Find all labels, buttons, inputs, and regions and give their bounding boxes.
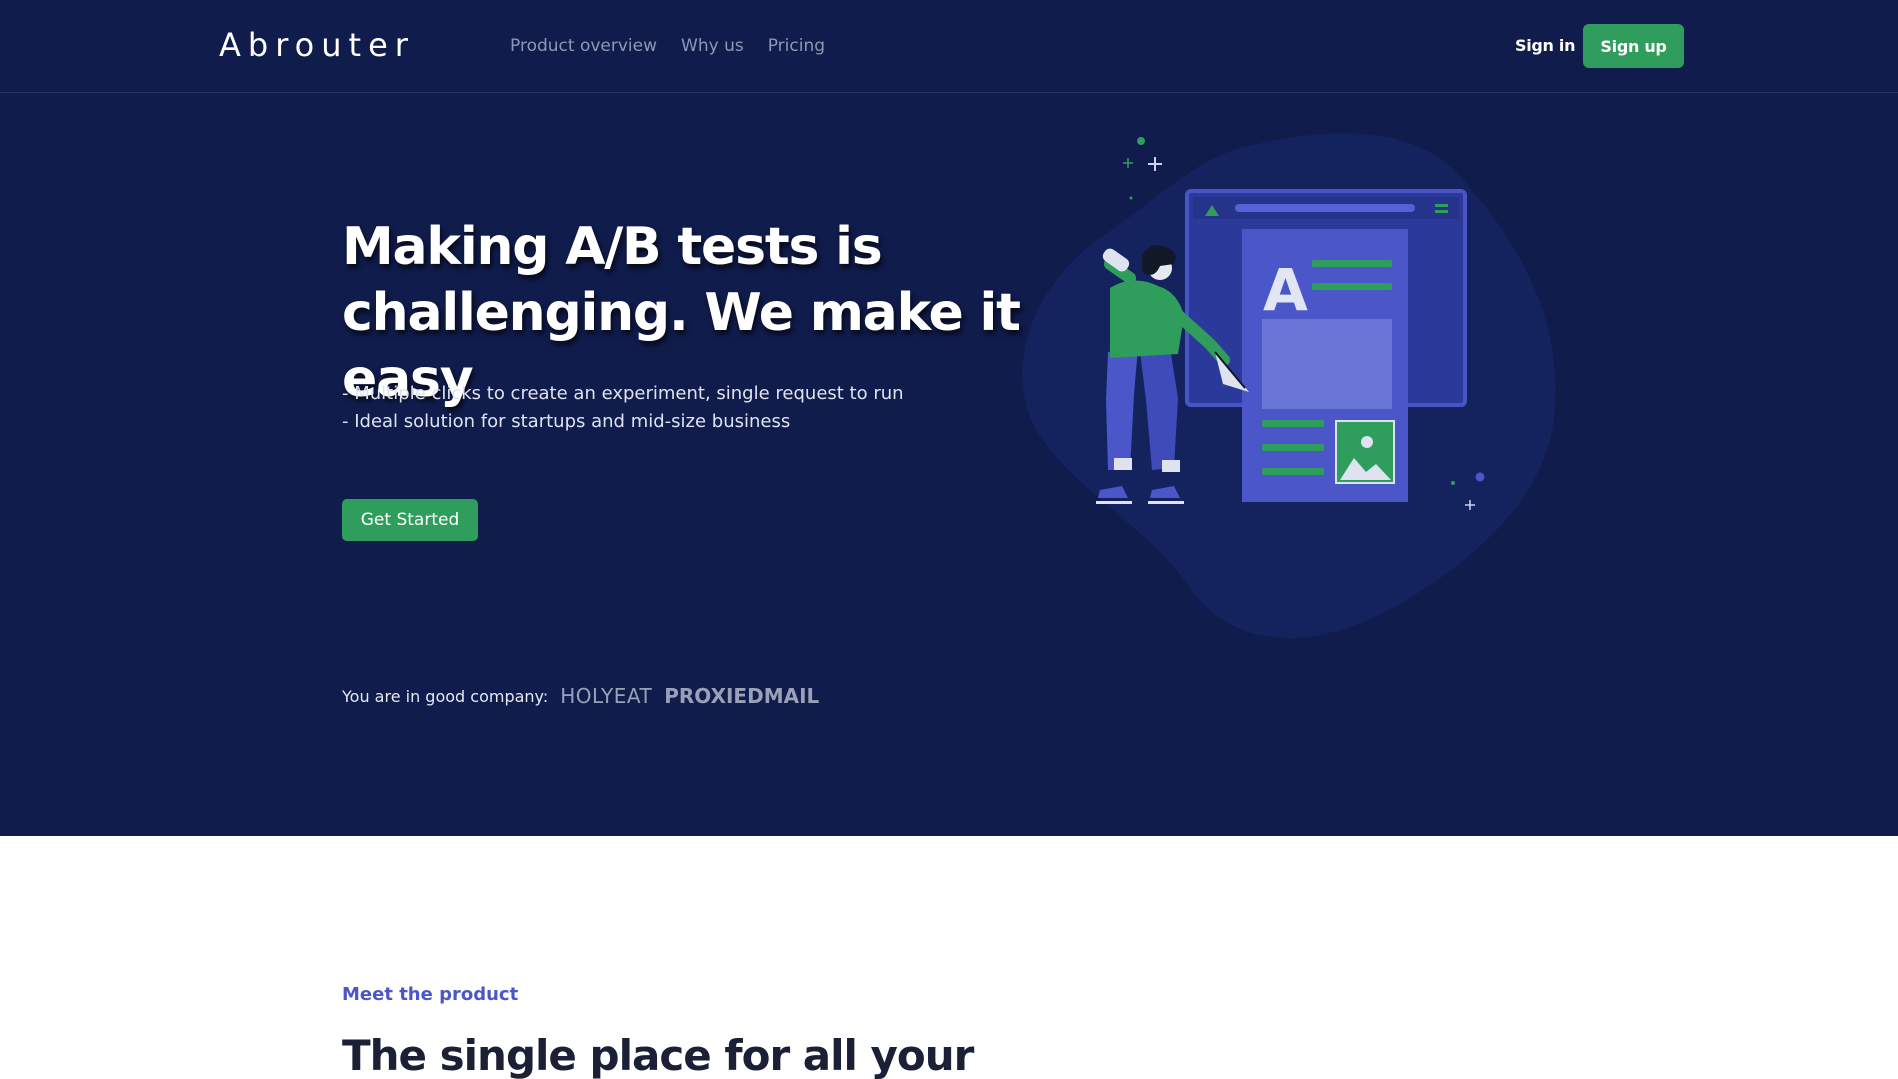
headline-line-1: Making A/B tests is xyxy=(342,217,883,277)
social-proof-label: You are in good company: xyxy=(342,686,549,706)
text-line xyxy=(1312,283,1392,290)
text-line xyxy=(1262,420,1324,427)
sparkle-dot-icon xyxy=(1451,481,1455,485)
nav-why-us[interactable]: Why us xyxy=(681,36,744,56)
nav-product-overview[interactable]: Product overview xyxy=(510,36,657,56)
brand-logo[interactable]: Abrouter xyxy=(219,26,415,64)
nav-pricing[interactable]: Pricing xyxy=(768,36,825,56)
browser-address-bar xyxy=(1235,204,1415,212)
top-navbar: Abrouter Product overview Why us Pricing… xyxy=(0,0,1898,93)
variant-letter: A xyxy=(1263,256,1308,324)
sparkle-dot-icon xyxy=(1475,472,1485,482)
text-line xyxy=(1312,260,1392,267)
get-started-button[interactable]: Get Started xyxy=(342,499,478,541)
section-title: The single place for all your xyxy=(342,1031,974,1079)
hero-section: Abrouter Product overview Why us Pricing… xyxy=(0,0,1898,836)
hero-illustration: A xyxy=(1022,133,1556,638)
company-logo-holyeat: HOLYEAT xyxy=(560,684,653,708)
social-proof: You are in good company: HOLYEAT PROXIED… xyxy=(342,684,819,708)
text-line xyxy=(1262,444,1324,451)
bullet-item: - Ideal solution for startups and mid-si… xyxy=(342,411,791,432)
menu-icon xyxy=(1435,204,1448,207)
main-nav: Product overview Why us Pricing xyxy=(510,36,825,56)
sign-in-link[interactable]: Sign in xyxy=(1515,36,1576,55)
sparkle-plus-icon xyxy=(1123,158,1133,168)
sparkle-dot-icon xyxy=(1137,137,1145,145)
sign-up-button[interactable]: Sign up xyxy=(1583,24,1684,68)
hero-bullets: - Multiple clicks to create an experimen… xyxy=(342,380,904,436)
text-line xyxy=(1262,468,1324,475)
sparkle-plus-icon xyxy=(1148,157,1162,171)
section-eyebrow: Meet the product xyxy=(342,984,519,1005)
sparkle-dot-icon xyxy=(1129,196,1133,200)
bullet-item: - Multiple clicks to create an experimen… xyxy=(342,383,904,404)
menu-icon-bar xyxy=(1435,210,1448,213)
image-sun-icon xyxy=(1361,436,1373,448)
company-logo-proxiedmail: PROXIEDMAIL xyxy=(664,684,820,708)
content-block xyxy=(1262,319,1392,409)
